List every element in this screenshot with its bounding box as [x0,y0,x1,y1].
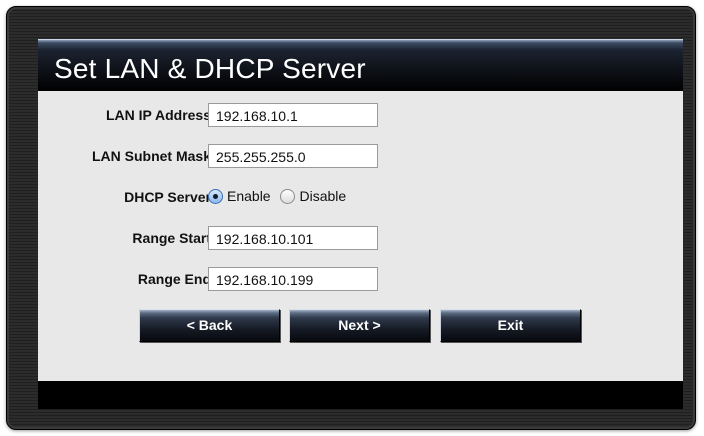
range-start-row: Range Start 192.168.10.101 [38,226,683,252]
dhcp-server-row: DHCP Server Enable Disable [38,185,683,211]
range-end-label: Range End [137,271,211,287]
dhcp-disable-radio[interactable] [280,188,296,204]
range-end-input[interactable]: 192.168.10.199 [208,267,378,291]
next-button[interactable]: Next > [289,309,430,342]
subnet-mask-row: LAN Subnet Mask 255.255.255.0 [38,144,683,170]
wizard-panel: Set LAN & DHCP Server LAN IP Address 192… [38,39,683,409]
lan-ip-label: LAN IP Address [105,107,211,123]
subnet-mask-label: LAN Subnet Mask [91,148,211,164]
back-button[interactable]: < Back [139,309,280,342]
title-bar: Set LAN & DHCP Server [38,39,683,91]
form-area: LAN IP Address 192.168.10.1 LAN Subnet M… [38,91,683,381]
lan-ip-input[interactable]: 192.168.10.1 [208,103,378,127]
exit-button[interactable]: Exit [440,309,581,342]
lan-ip-row: LAN IP Address 192.168.10.1 [38,103,683,129]
dhcp-radio-group: Enable Disable [208,187,352,209]
page-title: Set LAN & DHCP Server [54,53,366,84]
dhcp-disable-label[interactable]: Disable [299,188,346,204]
dhcp-enable-radio[interactable] [208,188,223,204]
button-row: < Back Next > Exit [38,309,683,343]
range-start-input[interactable]: 192.168.10.101 [208,226,378,250]
dhcp-enable-label[interactable]: Enable [227,188,271,204]
range-end-row: Range End 192.168.10.199 [38,267,683,293]
footer-bar [38,381,683,409]
dhcp-server-label: DHCP Server [124,189,211,205]
subnet-mask-input[interactable]: 255.255.255.0 [208,144,378,168]
range-start-label: Range Start [132,230,211,246]
